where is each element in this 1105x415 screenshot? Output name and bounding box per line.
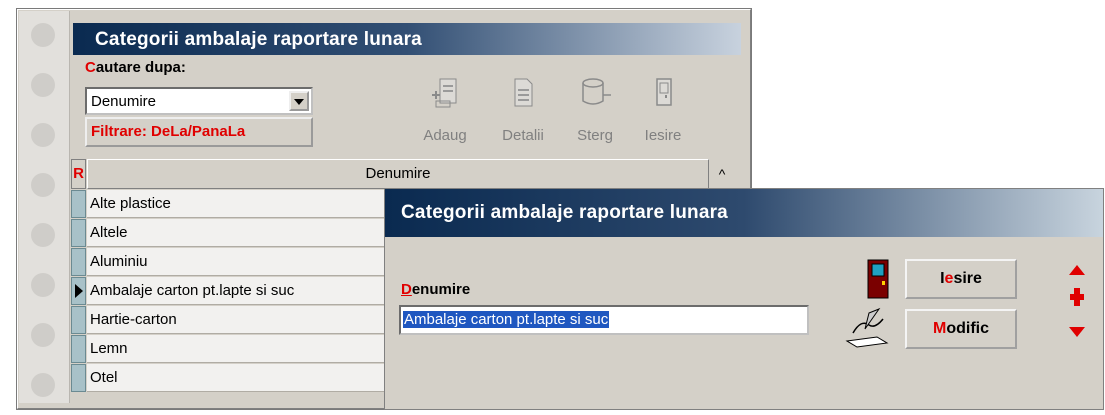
trash-bin-icon: [582, 78, 611, 105]
table-cell-denumire[interactable]: Otel: [87, 364, 391, 392]
modify-button[interactable]: Modific: [905, 309, 1017, 349]
arrow-up-icon[interactable]: [1067, 263, 1087, 277]
edit-dialog: Categorii ambalaje raportare lunara Denu…: [384, 188, 1104, 410]
table-cell-denumire[interactable]: Alte plastice: [87, 190, 391, 218]
grid-column-header-denumire[interactable]: Denumire: [87, 159, 709, 189]
door-exit-icon: [656, 78, 672, 106]
binder-ring: [31, 173, 55, 197]
exit-button-text-b: sire: [953, 270, 982, 287]
denumire-label-text: enumire: [411, 281, 471, 298]
binder-ring: [31, 373, 55, 397]
list-window-title: Categorii ambalaje raportare lunara: [95, 29, 422, 50]
current-row-pointer-icon[interactable]: [71, 277, 86, 305]
delete-button[interactable]: Sterg: [563, 75, 627, 155]
details-button[interactable]: Detalii: [491, 75, 555, 155]
add-document-icon: [432, 78, 457, 108]
edit-dialog-title: Categorii ambalaje raportare lunara: [401, 202, 728, 223]
search-field-combo[interactable]: Denumire: [85, 87, 313, 115]
search-label-text: autare dupa:: [95, 59, 186, 76]
list-window-titlebar: Categorii ambalaje raportare lunara: [73, 23, 741, 55]
chevron-down-icon[interactable]: [289, 91, 309, 111]
exit-button-dialog[interactable]: Iesire: [905, 259, 1017, 299]
search-label-hotkey: C: [85, 59, 96, 76]
denumire-input[interactable]: Ambalaje carton pt.lapte si suc: [399, 305, 809, 335]
denumire-field-label: Denumire: [401, 281, 470, 298]
plus-icon[interactable]: [1069, 287, 1085, 307]
table-row[interactable]: Lemn: [71, 335, 391, 364]
add-button-label: Adaug: [423, 127, 467, 144]
denumire-label-hotkey: D: [401, 281, 412, 298]
row-indicator[interactable]: [71, 306, 86, 334]
binder-rings: [19, 11, 70, 403]
search-by-label: Cautare dupa:: [85, 59, 186, 76]
search-combo-value: Denumire: [91, 93, 157, 110]
table-cell-denumire[interactable]: Lemn: [87, 335, 391, 363]
table-cell-denumire[interactable]: Hartie-carton: [87, 306, 391, 334]
row-indicator[interactable]: [71, 219, 86, 247]
table-row[interactable]: Hartie-carton: [71, 306, 391, 335]
modify-button-text: odific: [946, 320, 989, 337]
table-row[interactable]: Otel: [71, 364, 391, 393]
exit-button-label: Iesire: [644, 127, 682, 144]
table-row-current[interactable]: Ambalaje carton pt.lapte si suc: [71, 277, 391, 306]
binder-ring: [31, 73, 55, 97]
table-row[interactable]: Altele: [71, 219, 391, 248]
binder-ring: [31, 323, 55, 347]
table-row[interactable]: Alte plastice: [71, 190, 391, 219]
binder-ring: [31, 23, 55, 47]
binder-ring: [31, 223, 55, 247]
add-button[interactable]: Adaug: [413, 75, 477, 155]
exit-door-icon: [867, 259, 889, 299]
arrow-down-icon[interactable]: [1067, 325, 1087, 339]
row-indicator[interactable]: [71, 364, 86, 392]
document-details-icon: [514, 78, 533, 107]
row-indicator[interactable]: [71, 248, 86, 276]
scroll-up-icon[interactable]: ^: [710, 159, 734, 189]
delete-button-label: Sterg: [577, 127, 613, 144]
signature-icon: [845, 307, 889, 348]
table-cell-denumire[interactable]: Aluminiu: [87, 248, 391, 276]
grid-row-indicator-header: R: [71, 159, 86, 189]
table-cell-denumire[interactable]: Ambalaje carton pt.lapte si suc: [87, 277, 391, 305]
modify-button-hotkey: M: [933, 320, 947, 337]
edit-dialog-titlebar: Categorii ambalaje raportare lunara: [385, 189, 1103, 237]
filter-range-button[interactable]: Filtrare: DeLa/PanaLa: [85, 117, 313, 147]
table-row[interactable]: Aluminiu: [71, 248, 391, 277]
exit-button[interactable]: Iesire: [631, 75, 695, 155]
details-button-label: Detalii: [502, 127, 544, 144]
table-cell-denumire[interactable]: Altele: [87, 219, 391, 247]
row-indicator[interactable]: [71, 335, 86, 363]
binder-ring: [31, 123, 55, 147]
binder-ring: [31, 273, 55, 297]
row-indicator[interactable]: [71, 190, 86, 218]
denumire-input-selected-text: Ambalaje carton pt.lapte si suc: [403, 311, 610, 328]
